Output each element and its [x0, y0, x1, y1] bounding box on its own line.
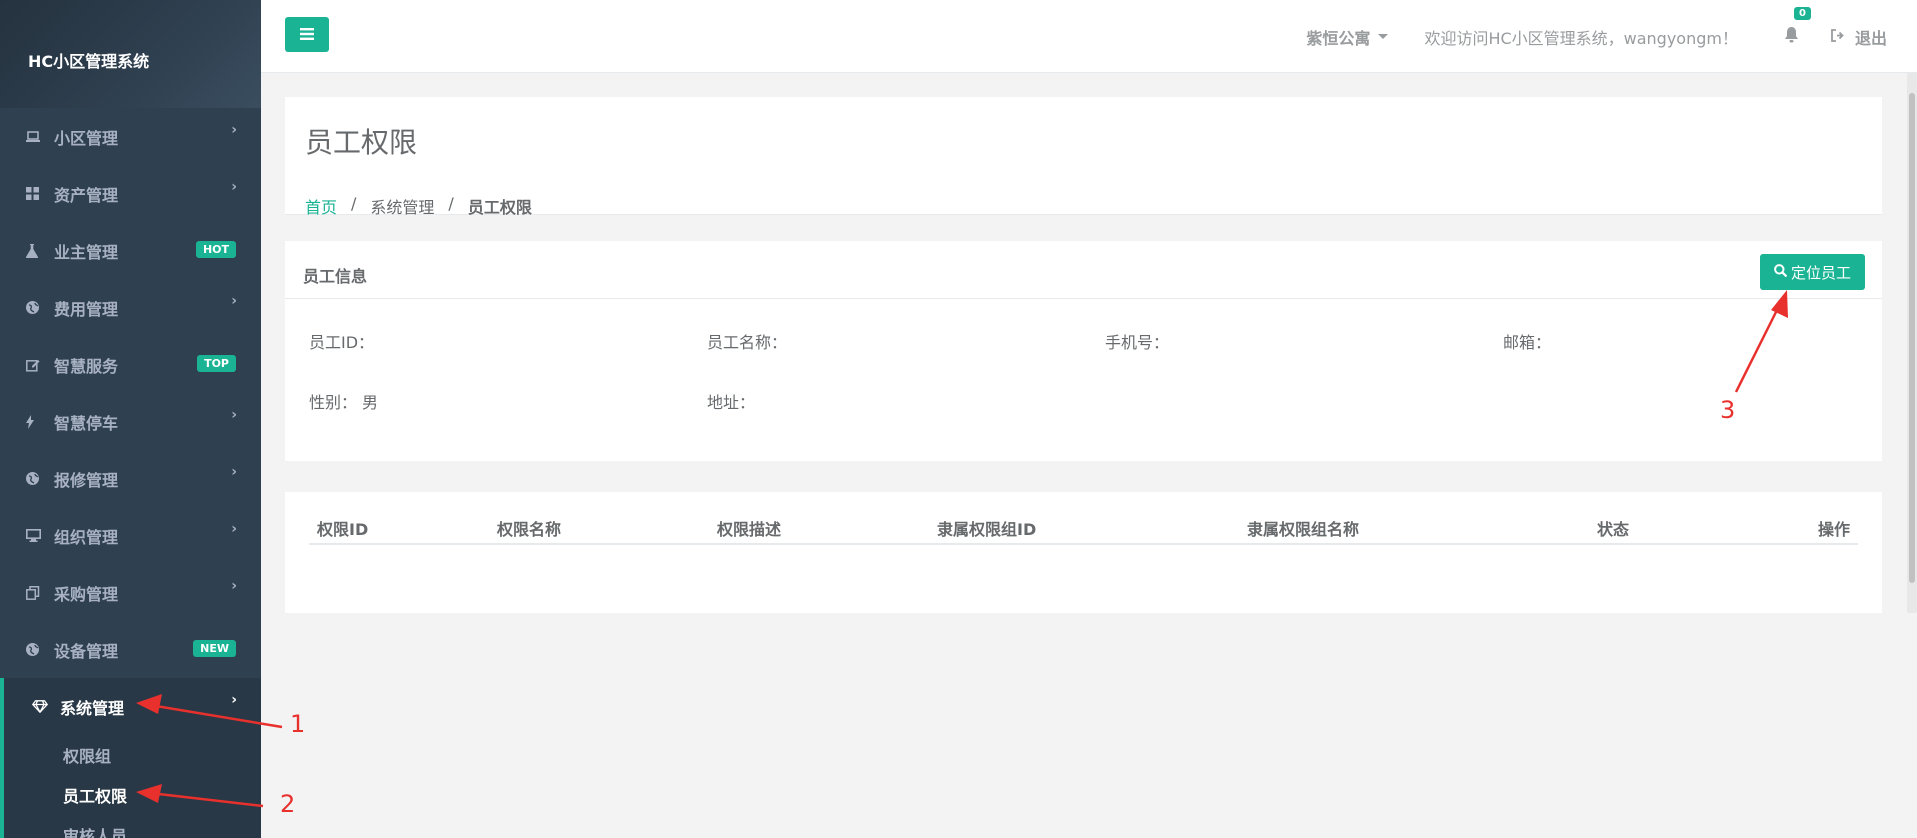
arrow-2 — [136, 784, 264, 808]
arrow-3 — [1734, 290, 1788, 393]
annotation-label-3: 3 — [1720, 396, 1736, 424]
annotation-label-2: 2 — [280, 790, 296, 818]
arrow-1 — [136, 694, 283, 729]
annotation-label-1: 1 — [290, 710, 306, 738]
annotation-arrows — [136, 290, 1788, 808]
